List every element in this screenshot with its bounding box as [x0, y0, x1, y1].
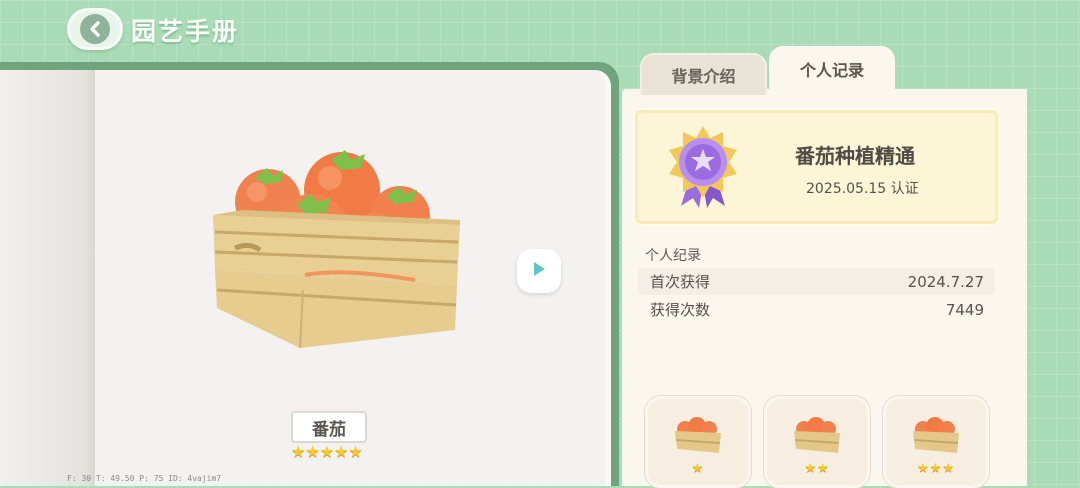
item-rating: ★★★★★ — [291, 442, 363, 461]
book-spine — [0, 70, 95, 486]
record-value: 2024.7.27 — [907, 272, 984, 291]
record-label: 首次获得 — [650, 273, 711, 291]
crate-icon — [675, 417, 721, 453]
crate-icon — [794, 417, 840, 453]
tab-background[interactable]: 背景介绍 — [640, 53, 767, 95]
next-item-button[interactable] — [517, 249, 561, 293]
back-button[interactable] — [67, 8, 123, 50]
variant-thumb-2[interactable]: ★★ — [764, 396, 870, 488]
crate-icon — [913, 417, 959, 453]
tab-personal-record[interactable]: 个人记录 — [769, 46, 895, 92]
record-row-first-obtained: 首次获得 2024.7.27 — [638, 268, 995, 295]
medal-icon — [663, 124, 743, 208]
debug-overlay: F: 30 T: 49.50 P: 75 ID: 4vajim7 — [67, 474, 222, 483]
record-row-obtain-count: 获得次数 7449 — [638, 296, 995, 323]
item-name-label: 番茄 — [291, 411, 367, 443]
tomato-crate-illustration — [205, 140, 470, 355]
page-title: 园艺手册 — [131, 17, 240, 46]
variant-thumb-1[interactable]: ★ — [645, 396, 751, 488]
variant-stars: ★★★ — [917, 461, 955, 476]
achievement-title: 番茄种植精通 — [795, 144, 915, 168]
variant-stars: ★★ — [804, 461, 830, 476]
variant-thumb-3[interactable]: ★★★ — [883, 396, 989, 488]
achievement-date: 2025.05.15 认证 — [806, 181, 919, 197]
play-icon — [532, 261, 546, 281]
records-header: 个人纪录 — [645, 248, 701, 264]
record-value: 7449 — [945, 300, 984, 319]
chevron-left-icon — [80, 14, 110, 44]
variant-stars: ★ — [691, 461, 705, 476]
record-label: 获得次数 — [650, 301, 711, 319]
rating-stars: ★★★★★ — [291, 442, 363, 461]
